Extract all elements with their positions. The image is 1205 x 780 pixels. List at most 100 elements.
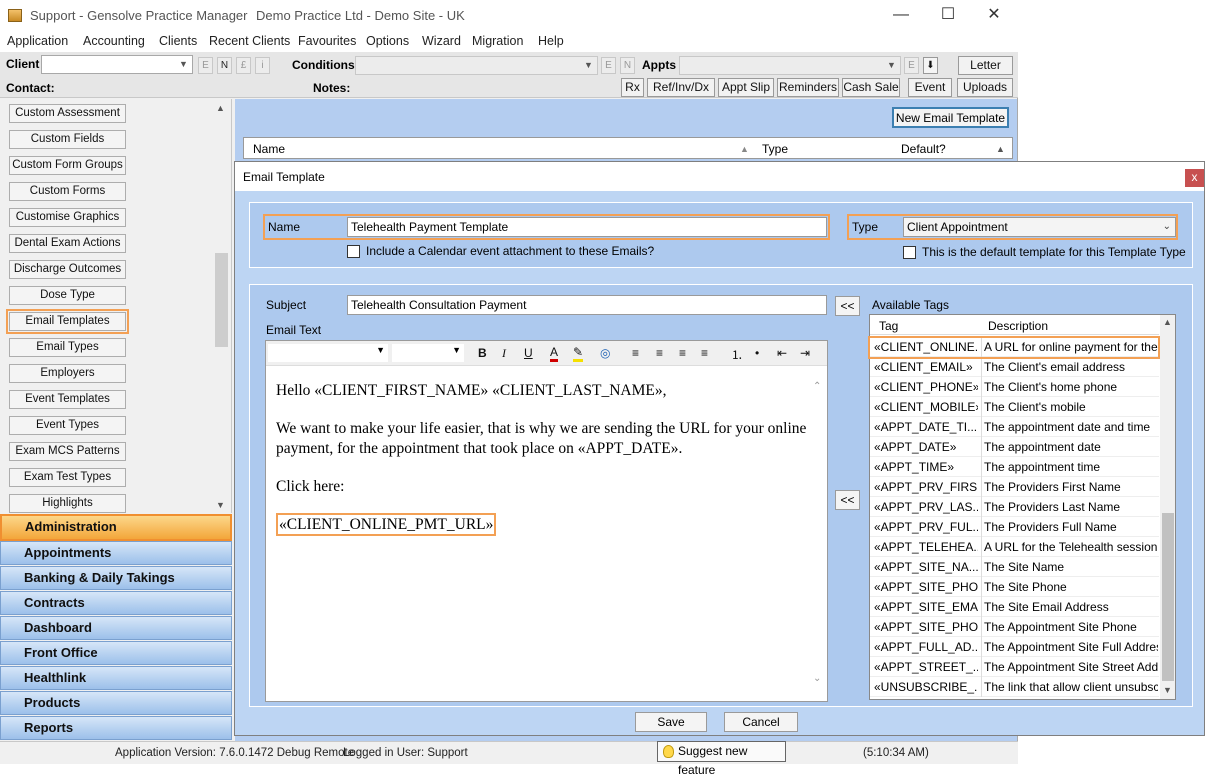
admin-item-dental-exam-actions[interactable]: Dental Exam Actions xyxy=(9,234,126,253)
calendar-attachment-checkbox[interactable] xyxy=(347,245,360,258)
tag-row[interactable]: «APPT_SITE_PHO... The Appointment Site Ph… xyxy=(870,617,1159,637)
tag-row[interactable]: «UNSUBSCRIBE_... The link that allow clie… xyxy=(870,677,1159,697)
new-email-template-button[interactable]: New Email Template xyxy=(892,107,1009,128)
admin-item-customise-graphics[interactable]: Customise Graphics xyxy=(9,208,126,227)
template-name-input[interactable]: Telehealth Payment Template xyxy=(347,217,827,237)
indent-icon[interactable]: ⇥ xyxy=(800,346,810,360)
admin-item-custom-assessment[interactable]: Custom Assessment xyxy=(9,104,126,123)
letter-button[interactable]: Letter xyxy=(958,56,1013,75)
email-body-text[interactable]: Hello «CLIENT_FIRST_NAME» «CLIENT_LAST_N… xyxy=(276,381,811,536)
cancel-button[interactable]: Cancel xyxy=(724,712,798,732)
available-tags-list[interactable]: Tag Description «CLIENT_ONLINE... A URL f… xyxy=(869,314,1176,700)
menu-application[interactable]: Application xyxy=(7,34,68,48)
client-email-mini[interactable]: E xyxy=(198,57,213,74)
grid-col-type[interactable]: Type xyxy=(762,142,788,156)
nav-banking[interactable]: Banking & Daily Takings xyxy=(0,566,232,590)
underline-icon[interactable]: U xyxy=(524,346,533,360)
align-left-icon[interactable]: ≡ xyxy=(632,346,639,360)
scroll-up-icon[interactable]: ⌃ xyxy=(813,381,821,392)
tag-row[interactable]: «APPT_FULL_AD... The Appointment Site Ful… xyxy=(870,637,1159,657)
menu-options[interactable]: Options xyxy=(366,34,409,48)
admin-item-email-types[interactable]: Email Types xyxy=(9,338,126,357)
ref-inv-dx-button[interactable]: Ref/Inv/Dx xyxy=(647,78,715,97)
insert-subject-tag-button[interactable]: << xyxy=(835,296,860,316)
template-type-select[interactable]: Client Appointment ⌄ xyxy=(903,217,1176,237)
uploads-button[interactable]: Uploads xyxy=(957,78,1013,97)
tag-row[interactable]: «APPT_TELEHEA... A URL for the Telehealth… xyxy=(870,537,1159,557)
bullet-list-icon[interactable]: • xyxy=(755,346,759,360)
client-combo[interactable]: ▼ xyxy=(41,55,193,74)
rx-button[interactable]: Rx xyxy=(621,78,644,97)
nav-appointments[interactable]: Appointments xyxy=(0,541,232,565)
bold-icon[interactable]: B xyxy=(478,346,487,360)
align-center-icon[interactable]: ≡ xyxy=(656,346,663,360)
default-template-checkbox[interactable] xyxy=(903,246,916,259)
tag-row[interactable]: «APPT_SITE_PHO... The Site Phone xyxy=(870,577,1159,597)
client-money-mini[interactable]: £ xyxy=(236,57,251,74)
client-notes-mini[interactable]: N xyxy=(217,57,232,74)
scroll-up-icon[interactable]: ▲ xyxy=(996,144,1005,154)
scrollbar-thumb[interactable] xyxy=(1162,513,1174,681)
nav-contracts[interactable]: Contracts xyxy=(0,591,232,615)
minimize-button[interactable]: — xyxy=(878,4,924,26)
menu-recent-clients[interactable]: Recent Clients xyxy=(209,34,290,48)
nav-front-office[interactable]: Front Office xyxy=(0,641,232,665)
outdent-icon[interactable]: ⇤ xyxy=(777,346,787,360)
tag-row[interactable]: «CLIENT_MOBILE» The Client's mobile xyxy=(870,397,1159,417)
tags-col-tag[interactable]: Tag xyxy=(879,319,898,333)
menu-wizard[interactable]: Wizard xyxy=(422,34,461,48)
scroll-down-icon[interactable]: ▼ xyxy=(1163,685,1172,695)
scroll-down-icon[interactable]: ⌄ xyxy=(813,673,821,684)
admin-item-event-templates[interactable]: Event Templates xyxy=(9,390,126,409)
scroll-up-icon[interactable]: ▲ xyxy=(1163,317,1172,327)
menu-migration[interactable]: Migration xyxy=(472,34,523,48)
tag-row[interactable]: «APPT_SITE_NA... The Site Name xyxy=(870,557,1159,577)
admin-item-employers[interactable]: Employers xyxy=(9,364,126,383)
tag-row[interactable]: «APPT_DATE_TI... The appointment date and… xyxy=(870,417,1159,437)
grid-col-name[interactable]: Name xyxy=(253,142,285,156)
grid-col-default[interactable]: Default? xyxy=(901,142,946,156)
menu-favourites[interactable]: Favourites xyxy=(298,34,356,48)
admin-item-custom-forms[interactable]: Custom Forms xyxy=(9,182,126,201)
tags-col-description[interactable]: Description xyxy=(988,319,1048,333)
reminders-button[interactable]: Reminders xyxy=(777,78,839,97)
conditions-notes-mini[interactable]: N xyxy=(620,57,635,74)
tags-scrollbar[interactable]: ▲ ▼ xyxy=(1160,315,1175,699)
nav-products[interactable]: Products xyxy=(0,691,232,715)
tag-row[interactable]: «APPT_SITE_EMA... The Site Email Address xyxy=(870,597,1159,617)
conditions-email-mini[interactable]: E xyxy=(601,57,616,74)
suggest-feature-button[interactable]: Suggest new feature xyxy=(657,741,786,777)
email-body-editor[interactable]: ▼ ▼ B I U A ✎ ◎ ≡ ≡ ≡ ≡ ⒈ • ⇤ ⇥ Hello «C… xyxy=(265,340,828,702)
font-family-select[interactable]: ▼ xyxy=(268,344,388,362)
scroll-down-icon[interactable]: ▼ xyxy=(216,500,225,510)
italic-icon[interactable]: I xyxy=(502,346,506,361)
subject-input[interactable]: Telehealth Consultation Payment xyxy=(347,295,827,315)
scroll-up-icon[interactable]: ▲ xyxy=(216,103,225,113)
close-window-button[interactable]: ✕ xyxy=(971,4,1017,26)
appt-slip-button[interactable]: Appt Slip xyxy=(718,78,774,97)
cash-sale-button[interactable]: Cash Sale xyxy=(842,78,900,97)
admin-item-highlights[interactable]: Highlights xyxy=(9,494,126,513)
nav-reports[interactable]: Reports xyxy=(0,716,232,740)
link-icon[interactable]: ◎ xyxy=(600,346,610,360)
admin-item-email-templates[interactable]: Email Templates xyxy=(6,309,129,334)
event-button[interactable]: Event xyxy=(908,78,952,97)
nav-dashboard[interactable]: Dashboard xyxy=(0,616,232,640)
appts-combo[interactable]: ▼ xyxy=(679,56,901,75)
save-button[interactable]: Save xyxy=(635,712,707,732)
font-size-select[interactable]: ▼ xyxy=(392,344,464,362)
tag-row[interactable]: «CLIENT_EMAIL» The Client's email address xyxy=(870,357,1159,377)
admin-item-exam-mcs-patterns[interactable]: Exam MCS Patterns xyxy=(9,442,126,461)
align-right-icon[interactable]: ≡ xyxy=(679,346,686,360)
download-icon[interactable]: ⬇ xyxy=(923,57,938,74)
tag-row[interactable]: «APPT_DATE» The appointment date xyxy=(870,437,1159,457)
admin-item-exam-test-types[interactable]: Exam Test Types xyxy=(9,468,126,487)
tag-row[interactable]: «APPT_STREET_... The Appointment Site Str… xyxy=(870,657,1159,677)
admin-item-discharge-outcomes[interactable]: Discharge Outcomes xyxy=(9,260,126,279)
menu-accounting[interactable]: Accounting xyxy=(83,34,145,48)
insert-body-tag-button[interactable]: << xyxy=(835,490,860,510)
admin-list-scrollbar[interactable]: ▲ ▼ xyxy=(213,99,230,513)
admin-item-event-types[interactable]: Event Types xyxy=(9,416,126,435)
admin-item-custom-form-groups[interactable]: Custom Form Groups xyxy=(9,156,126,175)
tag-row[interactable]: «APPT_TIME» The appointment time xyxy=(870,457,1159,477)
